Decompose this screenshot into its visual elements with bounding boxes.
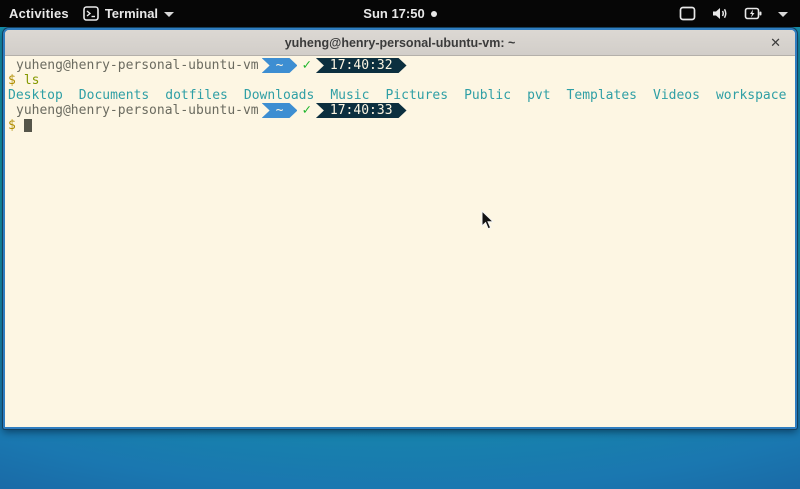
text-cursor [24, 119, 32, 132]
prompt-symbol: $ [8, 73, 16, 88]
prompt-user-host: yuheng@henry-personal-ubuntu-vm [16, 58, 259, 73]
command-text: ls [24, 73, 40, 88]
volume-icon [711, 6, 729, 21]
window-titlebar[interactable]: yuheng@henry-personal-ubuntu-vm: ~ ✕ [5, 30, 795, 56]
directory-entry: dotfiles [165, 88, 228, 103]
directory-entry: Documents [79, 88, 149, 103]
terminal-icon [83, 6, 99, 21]
prompt-symbol: $ [8, 118, 16, 133]
powerline-cwd-segment: ~ [262, 58, 298, 73]
directory-entry: Templates [567, 88, 637, 103]
app-menu-terminal[interactable]: Terminal [83, 6, 174, 21]
directory-entry: Videos [653, 88, 700, 103]
directory-listing: Desktop Documents dotfiles Downloads Music Pi… [8, 88, 792, 103]
chevron-down-icon [778, 12, 788, 17]
screen-icon [679, 6, 696, 21]
command-line: $ ls [8, 73, 792, 88]
chevron-down-icon [164, 12, 174, 17]
battery-charging-icon [744, 6, 763, 21]
terminal-content[interactable]: yuheng@henry-personal-ubuntu-vm ~ ✓ 17:4… [5, 56, 795, 427]
status-check-icon: ✓ [302, 58, 310, 73]
powerline-time-segment: 17:40:32 [316, 58, 407, 73]
terminal-window: yuheng@henry-personal-ubuntu-vm: ~ ✕ yuh… [3, 28, 797, 429]
directory-entry: Downloads [244, 88, 314, 103]
directory-entry: Desktop [8, 88, 63, 103]
directory-entry: Music [330, 88, 369, 103]
system-status-area[interactable] [679, 6, 800, 21]
directory-entry: Pictures [385, 88, 448, 103]
prompt-line: yuheng@henry-personal-ubuntu-vm ~ ✓ 17:4… [8, 58, 792, 73]
status-check-icon: ✓ [302, 103, 310, 118]
prompt-line: yuheng@henry-personal-ubuntu-vm ~ ✓ 17:4… [8, 103, 792, 118]
clock-button[interactable]: Sun 17:50 [363, 6, 436, 21]
prompt-user-host: yuheng@henry-personal-ubuntu-vm [16, 103, 259, 118]
directory-entry: Public [464, 88, 511, 103]
directory-entry: pvt [527, 88, 550, 103]
activities-button[interactable]: Activities [9, 6, 69, 21]
window-title: yuheng@henry-personal-ubuntu-vm: ~ [285, 36, 516, 50]
notification-dot [431, 11, 437, 17]
directory-entry: workspace [716, 88, 786, 103]
input-line[interactable]: $ [8, 118, 792, 133]
clock-label: Sun 17:50 [363, 6, 424, 21]
powerline-cwd-segment: ~ [262, 103, 298, 118]
top-bar: Activities Terminal Sun 17:50 [0, 0, 800, 27]
close-button[interactable]: ✕ [770, 30, 781, 56]
app-menu-label: Terminal [105, 6, 158, 21]
powerline-time-segment: 17:40:33 [316, 103, 407, 118]
